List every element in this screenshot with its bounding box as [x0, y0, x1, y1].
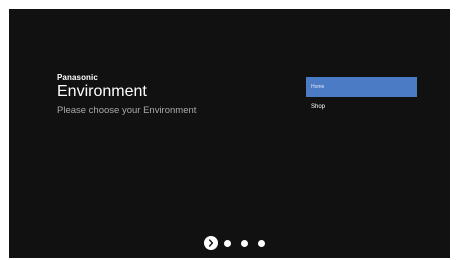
step-dot-3 — [241, 239, 248, 247]
brand-logo: Panasonic — [57, 73, 98, 82]
option-shop[interactable]: Shop — [306, 97, 417, 117]
setup-step-indicator — [204, 236, 265, 250]
chevron-right-icon — [208, 239, 214, 247]
environment-options-list: Home Shop — [306, 77, 417, 117]
tv-screen: Panasonic Environment Please choose your… — [9, 9, 450, 258]
page-title: Environment — [57, 83, 147, 100]
option-home[interactable]: Home — [306, 77, 417, 97]
page-subtitle: Please choose your Environment — [57, 105, 197, 116]
step-dot-4 — [258, 239, 265, 247]
step-dot-2 — [224, 239, 231, 247]
current-step-indicator — [204, 236, 218, 250]
